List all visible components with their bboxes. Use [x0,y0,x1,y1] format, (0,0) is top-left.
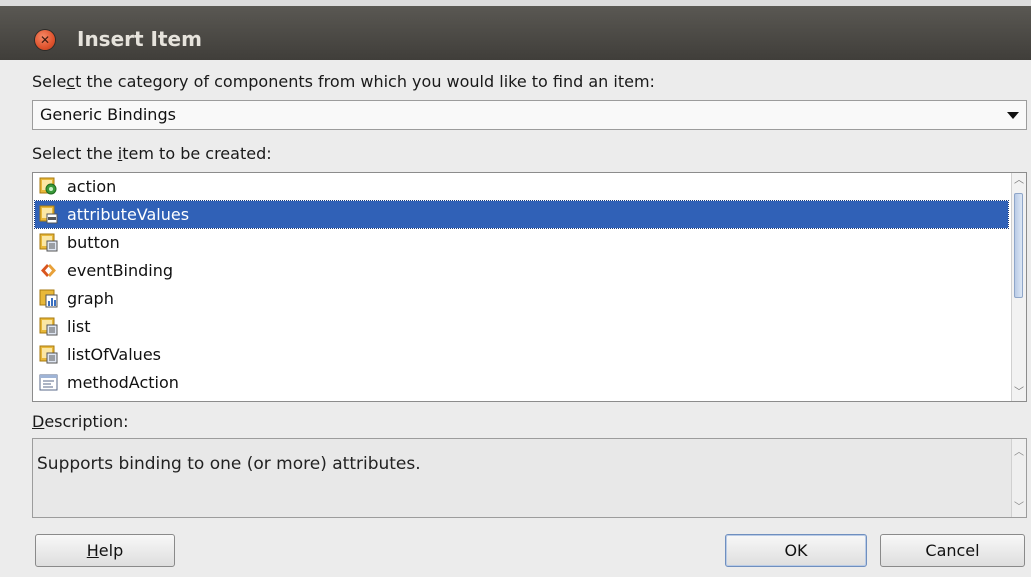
help-button[interactable]: Help [35,534,175,567]
insert-item-dialog: ✕ Insert Item Select the category of com… [0,0,1031,577]
desc-scroll-up-icon[interactable]: ︿ [1014,443,1024,458]
description-text: Supports binding to one (or more) attrib… [37,454,421,474]
scrollbar-thumb[interactable] [1014,193,1023,298]
description-scrollbar[interactable]: ︿ ﹀ [1011,439,1026,517]
graph-icon [39,289,58,308]
list-item-action[interactable]: action [35,173,1008,200]
desc-scroll-down-icon[interactable]: ﹀ [1014,498,1024,513]
description-box: Supports binding to one (or more) attrib… [32,438,1027,518]
category-dropdown[interactable]: Generic Bindings [32,100,1027,130]
button-icon [39,233,58,252]
list-icon [39,317,58,336]
dialog-content: Select the category of components from w… [10,60,1031,577]
list-item-list[interactable]: list [35,313,1008,340]
event-binding-icon [41,264,56,277]
scroll-down-icon[interactable]: ﹀ [1014,388,1024,398]
list-item-button[interactable]: button [35,229,1008,256]
dropdown-arrow-icon[interactable] [1007,112,1019,119]
method-action-icon [39,374,58,391]
attribute-values-icon [39,205,58,224]
title-bar[interactable]: ✕ Insert Item [0,6,1031,60]
description-label: Description: [32,412,129,431]
dialog-title: Insert Item [77,27,202,51]
cancel-button[interactable]: Cancel [880,534,1025,567]
ok-button[interactable]: OK [725,534,867,567]
scroll-up-icon[interactable]: ︿ [1014,176,1024,186]
close-icon[interactable]: ✕ [35,30,55,50]
category-label: Select the category of components from w… [32,72,655,91]
item-list[interactable]: action attributeValues button eventBindi… [32,172,1027,402]
list-item-listofvalues[interactable]: listOfValues [35,341,1008,368]
list-item-attributevalues[interactable]: attributeValues [34,200,1009,229]
action-icon [39,177,57,195]
item-list-scrollbar[interactable]: ︿ ﹀ [1011,173,1026,401]
item-label: Select the item to be created: [32,144,272,163]
list-item-eventbinding[interactable]: eventBinding [35,257,1008,284]
category-selected-value: Generic Bindings [40,105,176,124]
list-item-graph[interactable]: graph [35,285,1008,312]
list-item-methodaction[interactable]: methodAction [35,369,1008,396]
list-of-values-icon [39,345,58,364]
